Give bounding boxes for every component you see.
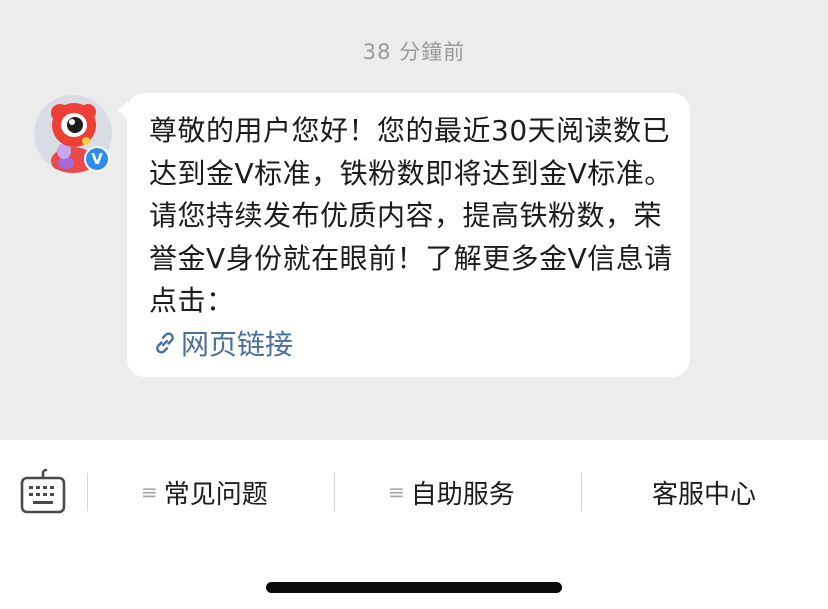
web-link-label: 网页链接	[181, 328, 294, 361]
bubble-tail	[118, 101, 128, 119]
tab-self-service[interactable]: ≡ 自助服务	[388, 470, 515, 514]
tab-faq[interactable]: ≡ 常见问题	[141, 470, 268, 514]
menu-icon: ≡	[141, 480, 158, 504]
menu-icon: ≡	[388, 480, 405, 504]
tab-customer-service[interactable]: 客服中心	[652, 470, 756, 514]
tab-faq-label: 常见问题	[163, 479, 268, 510]
link-icon	[156, 332, 174, 354]
home-indicator[interactable]	[266, 582, 562, 593]
verified-badge: V	[84, 146, 110, 172]
keyboard-icon	[20, 468, 66, 514]
toolbar-divider	[87, 473, 88, 511]
tab-customer-service-label: 客服中心	[652, 479, 757, 510]
message-timestamp: 38 分鐘前	[362, 40, 466, 64]
toolbar-divider	[581, 473, 582, 511]
chat-area: 38 分鐘前 V 尊敬的用户您好！您的最近30天阅读数已达到金V标准，铁粉数即将…	[0, 0, 828, 440]
keyboard-toggle-button[interactable]	[19, 466, 67, 516]
message-bubble: 尊敬的用户您好！您的最近30天阅读数已达到金V标准，铁粉数即将达到金V标准。请您…	[118, 93, 690, 377]
web-link[interactable]: 网页链接	[151, 323, 293, 363]
message-text: 尊敬的用户您好！您的最近30天阅读数已达到金V标准，铁粉数即将达到金V标准。请您…	[149, 114, 673, 317]
tab-self-service-label: 自助服务	[410, 479, 515, 510]
toolbar-divider	[334, 473, 335, 511]
